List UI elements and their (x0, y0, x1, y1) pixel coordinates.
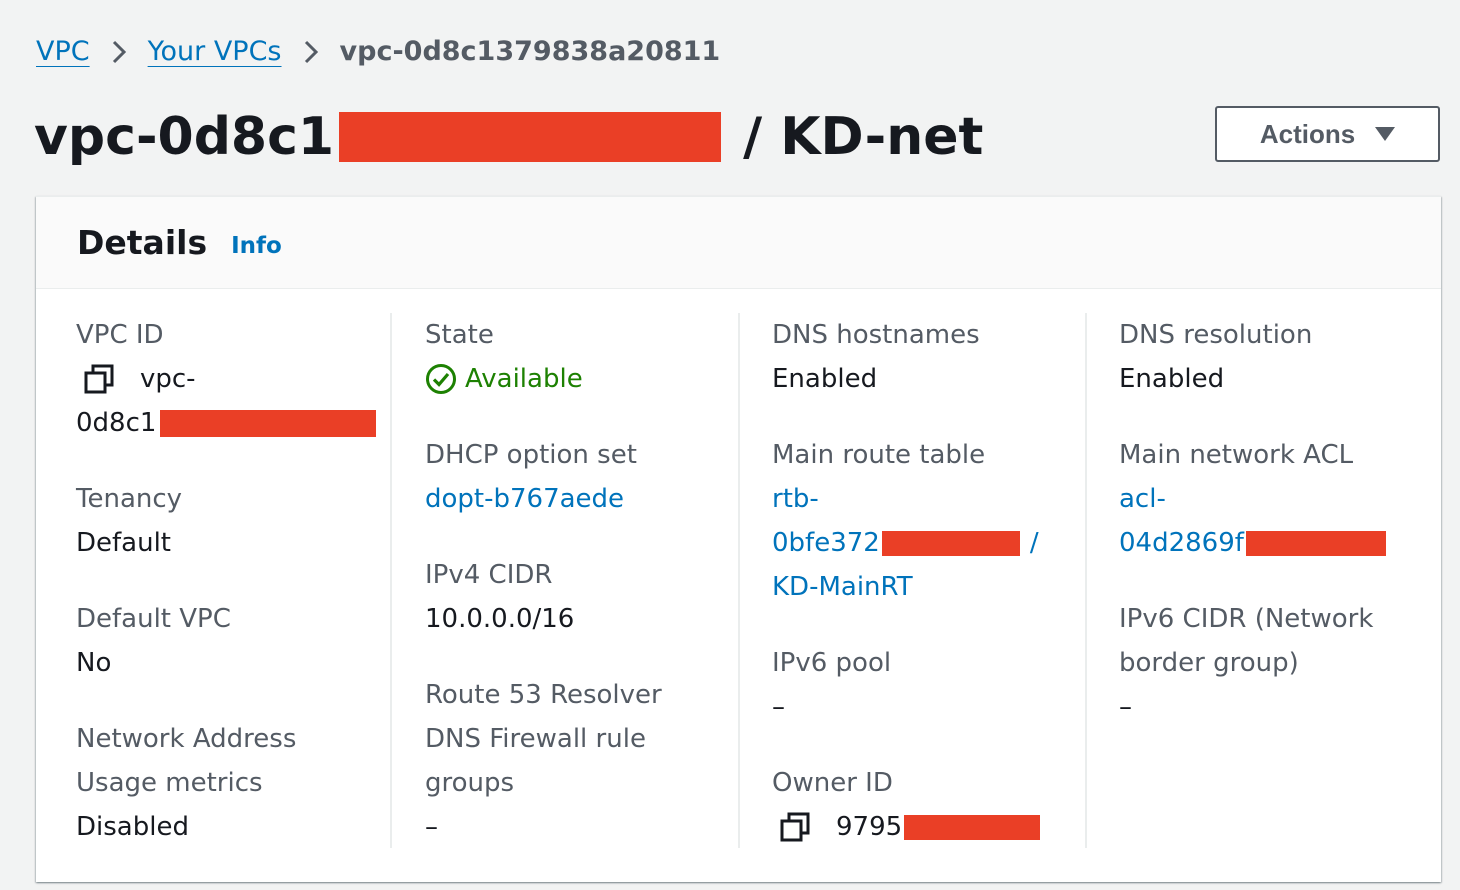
dhcp-label: DHCP option set (425, 440, 637, 470)
main-acl-link-line2[interactable]: 04d2869f (1119, 521, 1386, 565)
breadcrumb-vpc-link[interactable]: VPC (36, 34, 90, 70)
details-column-2: State Available DHCP option set dopt-b76… (425, 313, 735, 848)
dhcp-link[interactable]: dopt-b767aede (425, 477, 624, 521)
page-title: vpc-0d8c1 / KD-net (34, 101, 983, 173)
details-title: Details (77, 223, 208, 262)
dns-resolution-value: Enabled (1119, 364, 1225, 394)
ipv6-pool-label: IPv6 pool (772, 648, 892, 678)
route53-label-line3: groups (425, 768, 515, 798)
main-acl-id-partial: 04d2869f (1119, 528, 1244, 558)
dns-resolution-label: DNS resolution (1119, 320, 1313, 350)
main-acl-link-line1[interactable]: acl- (1119, 477, 1166, 521)
redaction-block (881, 530, 1020, 556)
main-route-table-separator: / (1029, 528, 1039, 558)
breadcrumb-your-vpcs-link[interactable]: Your VPCs (148, 34, 282, 70)
page-header: vpc-0d8c1 / KD-net Actions (34, 100, 1440, 174)
redaction-block (904, 814, 1041, 840)
page-title-suffix: / KD-net (743, 107, 984, 167)
info-link[interactable]: Info (231, 233, 282, 259)
redaction-block (339, 112, 722, 162)
main-route-table-id-partial: 0bfe372 (772, 528, 880, 558)
nau-metrics-label-line2: Usage metrics (76, 768, 263, 798)
column-divider (390, 313, 392, 848)
state-value: Available (425, 357, 583, 401)
vpc-id-value-line2: 0d8c1 (76, 401, 377, 445)
chevron-right-icon (90, 39, 148, 65)
vpc-id-value-line1: vpc- (76, 357, 196, 401)
ipv6-cidr-label-line2: border group) (1119, 648, 1299, 678)
owner-id-label: Owner ID (772, 768, 893, 798)
dns-hostnames-value: Enabled (772, 364, 878, 394)
nau-metrics-label-line1: Network Address (76, 724, 297, 754)
vpc-id-value: vpc- (140, 364, 196, 394)
state-value-text: Available (465, 364, 583, 394)
state-label: State (425, 320, 494, 350)
route53-value: – (425, 812, 438, 842)
status-success-icon (425, 363, 457, 395)
route53-label-line1: Route 53 Resolver (425, 680, 662, 710)
vpc-id-value-partial: 0d8c1 (76, 408, 157, 438)
details-column-3: DNS hostnames Enabled Main route table r… (772, 313, 1082, 848)
caret-down-icon (1375, 127, 1396, 141)
ipv6-cidr-label-line1: IPv6 CIDR (Network (1119, 604, 1374, 634)
default-vpc-value: No (76, 648, 112, 678)
copy-icon[interactable] (780, 812, 810, 842)
page-title-prefix: vpc-0d8c1 (34, 107, 335, 167)
main-route-table-link-line2[interactable]: 0bfe372 / (772, 521, 1039, 565)
column-divider (738, 313, 740, 848)
ipv6-pool-value: – (772, 692, 785, 722)
nau-metrics-value: Disabled (76, 812, 189, 842)
main-route-table-link-line3[interactable]: KD-MainRT (772, 565, 913, 609)
tenancy-label: Tenancy (76, 484, 183, 514)
owner-id-value: 9795 (836, 812, 903, 842)
details-panel: Details Info VPC ID vpc- 0d8c1 Tenancy D… (36, 196, 1441, 882)
main-acl-label: Main network ACL (1119, 440, 1354, 470)
breadcrumb-current: vpc-0d8c1379838a20811 (339, 36, 721, 67)
ipv4-cidr-value: 10.0.0.0/16 (425, 604, 575, 634)
details-column-4: DNS resolution Enabled Main network ACL … (1119, 313, 1419, 848)
tenancy-value: Default (76, 528, 171, 558)
column-divider (1085, 313, 1087, 848)
main-route-table-label: Main route table (772, 440, 986, 470)
redaction-block (160, 409, 377, 437)
details-column-1: VPC ID vpc- 0d8c1 Tenancy Default Defaul… (76, 313, 386, 848)
route53-label-line2: DNS Firewall rule (425, 724, 646, 754)
copy-icon[interactable] (84, 364, 114, 394)
breadcrumb: VPC Your VPCs vpc-0d8c1379838a20811 (36, 34, 720, 70)
redaction-block (1245, 530, 1386, 556)
actions-button[interactable]: Actions (1215, 106, 1440, 162)
owner-id-value-row: 9795 (772, 805, 1041, 849)
actions-button-label: Actions (1259, 118, 1356, 149)
details-columns: VPC ID vpc- 0d8c1 Tenancy Default Defaul… (36, 313, 1441, 848)
ipv4-cidr-label: IPv4 CIDR (425, 560, 553, 590)
vpc-id-label: VPC ID (76, 320, 164, 350)
main-route-table-link-line1[interactable]: rtb- (772, 477, 819, 521)
dns-hostnames-label: DNS hostnames (772, 320, 980, 350)
ipv6-cidr-value: – (1119, 692, 1132, 722)
chevron-right-icon (282, 39, 340, 65)
default-vpc-label: Default VPC (76, 604, 231, 634)
details-panel-header: Details Info (36, 197, 1441, 289)
